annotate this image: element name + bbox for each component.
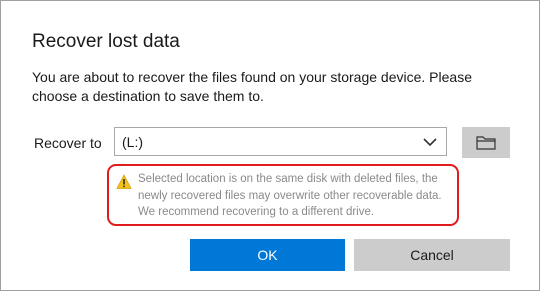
same-disk-warning: Selected location is on the same disk wi…	[107, 164, 459, 226]
chevron-down-icon[interactable]	[422, 135, 438, 149]
warning-message: Selected location is on the same disk wi…	[138, 173, 442, 218]
cancel-button[interactable]: Cancel	[354, 239, 510, 271]
destination-select-value: (L:)	[122, 134, 143, 150]
recover-dialog: Recover lost data You are about to recov…	[0, 0, 540, 291]
destination-select[interactable]: (L:)	[114, 127, 447, 156]
ok-button[interactable]: OK	[190, 239, 345, 271]
dialog-title: Recover lost data	[32, 31, 180, 52]
warning-triangle-icon	[116, 174, 132, 190]
dialog-description: You are about to recover the files found…	[32, 69, 472, 104]
browse-folder-button[interactable]	[462, 127, 510, 158]
recover-to-label: Recover to	[34, 135, 102, 151]
